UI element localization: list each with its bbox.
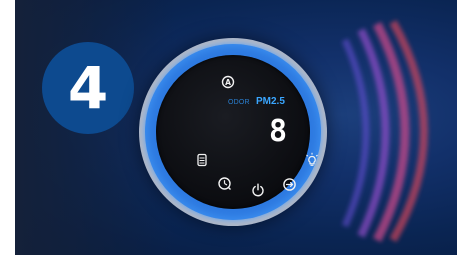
pm25-reading-display: 8 xyxy=(269,114,287,144)
odor-label: ODOR xyxy=(228,99,250,106)
step-badge: 4 xyxy=(42,42,134,134)
light-icon[interactable] xyxy=(304,152,320,168)
pm25-reading-value: 8 xyxy=(269,114,287,144)
svg-text:A: A xyxy=(225,78,231,87)
filter-icon[interactable] xyxy=(196,153,208,167)
power-icon[interactable] xyxy=(251,183,265,197)
step-number: 4 xyxy=(67,54,109,122)
timer-icon[interactable] xyxy=(217,176,232,191)
fan-speed-icon[interactable] xyxy=(282,177,297,192)
pm25-label: PM2.5 xyxy=(256,96,285,107)
auto-mode-icon[interactable]: A xyxy=(221,75,235,89)
